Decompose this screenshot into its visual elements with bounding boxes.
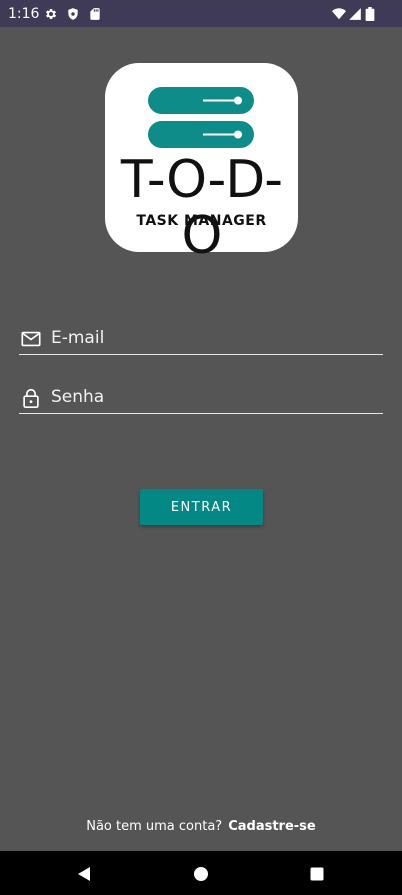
shield-icon bbox=[66, 7, 80, 21]
lock-icon bbox=[20, 387, 42, 409]
navigation-bar bbox=[0, 851, 402, 895]
app-logo: T-O-D-O TASK MANAGER bbox=[105, 63, 298, 264]
email-field[interactable] bbox=[19, 324, 383, 355]
signup-prompt: Não tem uma conta? bbox=[86, 819, 223, 834]
email-input[interactable] bbox=[51, 326, 371, 350]
status-time: 1:16 bbox=[8, 6, 40, 22]
wifi-icon bbox=[332, 7, 346, 21]
login-button[interactable]: ENTRAR bbox=[140, 489, 263, 525]
home-icon[interactable] bbox=[193, 866, 209, 882]
signal-icon bbox=[348, 7, 362, 21]
battery-icon bbox=[365, 7, 375, 21]
mail-icon bbox=[20, 328, 42, 350]
logo-title: T-O-D-O bbox=[120, 150, 283, 266]
password-field[interactable] bbox=[19, 383, 383, 414]
password-input[interactable] bbox=[51, 385, 371, 409]
signup-row: Não tem uma conta? Cadastre-se bbox=[0, 818, 402, 836]
logo-subtitle: TASK MANAGER bbox=[136, 213, 267, 229]
status-bar: 1:16 bbox=[0, 0, 402, 27]
signup-link[interactable]: Cadastre-se bbox=[228, 819, 316, 834]
sd-card-icon bbox=[88, 7, 102, 21]
settings-icon bbox=[44, 7, 58, 21]
recents-icon[interactable] bbox=[309, 866, 325, 882]
back-icon[interactable] bbox=[76, 866, 92, 882]
